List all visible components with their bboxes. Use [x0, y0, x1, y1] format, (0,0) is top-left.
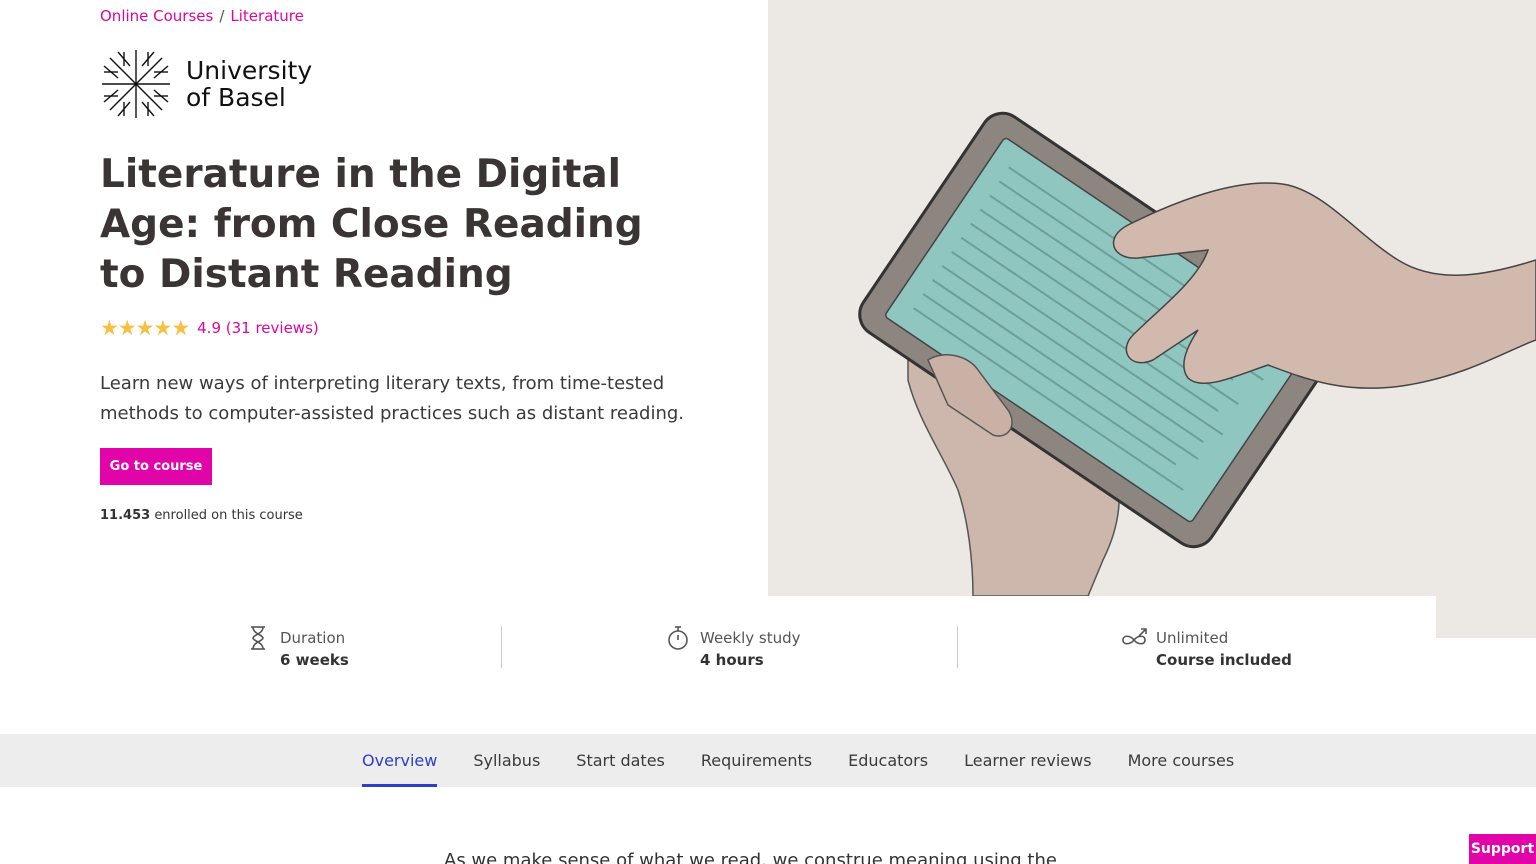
stopwatch-icon: [668, 626, 688, 650]
overview-text: As we make sense of what we read, we con…: [444, 850, 1057, 864]
course-stats: Duration 6 weeks Weekly study 4 hours Un…: [100, 620, 1436, 670]
stat-divider: [957, 626, 958, 668]
course-title: Literature in the Digital Age: from Clos…: [100, 152, 643, 297]
go-to-course-button[interactable]: Go to course: [100, 448, 212, 485]
tab-requirements[interactable]: Requirements: [701, 734, 812, 787]
star-icon: ★: [100, 316, 119, 340]
enrolled-count: 11.453 enrolled on this course: [100, 508, 303, 523]
star-icon: ★: [171, 316, 191, 340]
breadcrumb-online-courses[interactable]: Online Courses: [100, 7, 213, 25]
tablet-hands-illustration: [768, 0, 1536, 596]
breadcrumb: Online Courses / Literature: [100, 7, 304, 25]
stat-label: Duration: [280, 629, 346, 647]
tab-more-courses[interactable]: More courses: [1128, 734, 1235, 787]
hourglass-icon: [251, 626, 265, 650]
star-rating: ★ ★ ★ ★ ★: [100, 316, 191, 340]
breadcrumb-literature[interactable]: Literature: [230, 7, 303, 25]
rating-reviews-link[interactable]: 4.9 (31 reviews): [197, 319, 319, 337]
support-button[interactable]: Support: [1469, 834, 1536, 864]
stat-unlimited: Unlimited Course included: [1120, 620, 1292, 669]
logo-line-2: of Basel: [186, 83, 286, 112]
tab-educators[interactable]: Educators: [848, 734, 928, 787]
stat-value: 6 weeks: [280, 651, 349, 669]
university-logo-mark-icon: [102, 50, 170, 118]
university-logo[interactable]: University of Basel: [100, 48, 312, 120]
stat-value: 4 hours: [700, 651, 764, 669]
star-icon: ★: [153, 316, 173, 340]
course-tabs: Overview Syllabus Start dates Requiremen…: [362, 734, 1270, 787]
tab-overview[interactable]: Overview: [362, 734, 438, 787]
breadcrumb-separator: /: [219, 7, 225, 25]
course-rating[interactable]: ★ ★ ★ ★ ★ 4.9 (31 reviews): [100, 317, 319, 339]
stat-value: Course included: [1156, 651, 1292, 669]
enrolled-number: 11.453: [100, 508, 151, 523]
hero-illustration-extension: [1436, 596, 1536, 638]
star-icon: ★: [117, 316, 137, 340]
star-icon: ★: [135, 316, 155, 340]
course-tab-bar: Overview Syllabus Start dates Requiremen…: [0, 734, 1536, 787]
infinity-icon: [1122, 628, 1147, 645]
logo-line-1: University: [186, 56, 313, 85]
course-description: Learn new ways of interpreting literary …: [100, 373, 684, 424]
stat-divider: [501, 626, 502, 668]
tab-learner-reviews[interactable]: Learner reviews: [964, 734, 1091, 787]
hero-illustration: [768, 0, 1536, 596]
stat-weekly-study: Weekly study 4 hours: [664, 620, 801, 669]
tab-start-dates[interactable]: Start dates: [576, 734, 665, 787]
tab-syllabus[interactable]: Syllabus: [473, 734, 540, 787]
stat-label: Weekly study: [700, 629, 801, 647]
stat-duration: Duration 6 weeks: [244, 620, 349, 669]
stat-label: Unlimited: [1156, 629, 1229, 647]
university-logo-text: University of Basel: [186, 57, 312, 111]
enrolled-suffix: enrolled on this course: [154, 508, 303, 523]
